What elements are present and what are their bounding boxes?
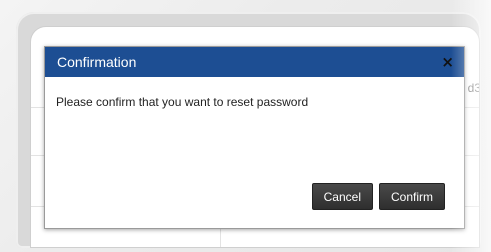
screenshot-stage: d3 Confirmation × Please confirm that yo… xyxy=(0,0,491,252)
background-cell-text: d3 xyxy=(467,81,480,95)
dialog-body: Please confirm that you want to reset pa… xyxy=(45,77,464,127)
cancel-button[interactable]: Cancel xyxy=(311,183,373,210)
confirm-button[interactable]: Confirm xyxy=(378,183,445,210)
dialog-footer: Cancel Confirm xyxy=(311,183,445,210)
dialog-message: Please confirm that you want to reset pa… xyxy=(56,95,309,109)
dialog-title: Confirmation xyxy=(57,54,137,70)
close-icon[interactable]: × xyxy=(441,54,454,70)
confirmation-dialog: Confirmation × Please confirm that you w… xyxy=(44,46,465,229)
dialog-header: Confirmation × xyxy=(45,47,464,77)
